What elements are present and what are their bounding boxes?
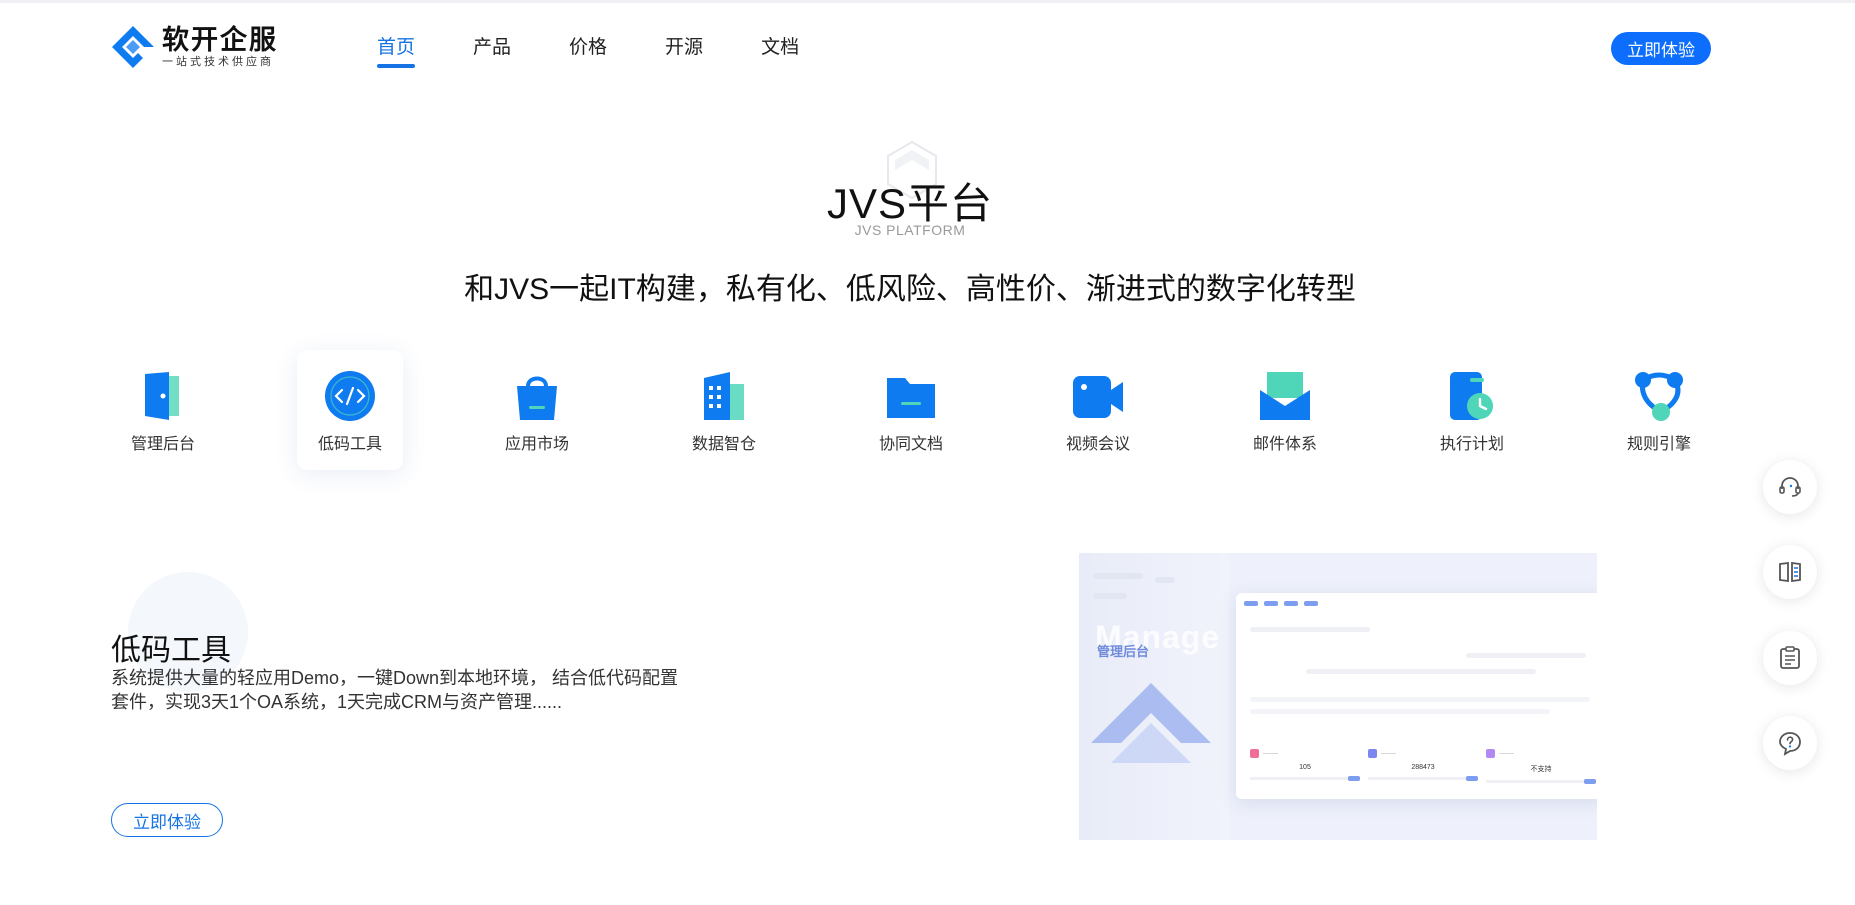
section-try-now-button[interactable]: 立即体验 (111, 803, 223, 837)
guide-book-button[interactable] (1763, 545, 1817, 599)
building-icon (704, 372, 744, 420)
feature-row: 管理后台 低码工具 应用市场 数据智仓 协同文档 视频会议 邮件体系 执行计划 … (100, 350, 1720, 470)
hero-slogan: 和JVS一起IT构建，私有化、低风险、高性价、渐进式的数字化转型 (464, 273, 1356, 306)
feature-label: 规则引擎 (1626, 436, 1691, 453)
logo-title: 软开企服 (162, 25, 278, 55)
requirements-button[interactable] (1763, 631, 1817, 685)
preview-card: ——— 105 ——— 288473 ——— 不支持 (1236, 593, 1597, 799)
mail-icon (1260, 372, 1310, 420)
page-subtitle: JVS PLATFORM (854, 222, 966, 238)
logo[interactable]: 软开企服 一站式技术供应商 (110, 24, 278, 70)
preview-label: 管理后台 (1097, 644, 1150, 659)
preview-line (1093, 593, 1127, 599)
feature-rule-engine[interactable]: 规则引擎 (1606, 350, 1712, 470)
feature-video-meeting[interactable]: 视频会议 (1045, 350, 1151, 470)
feature-label: 邮件体系 (1252, 436, 1317, 453)
feature-mail-system[interactable]: 邮件体系 (1232, 350, 1338, 470)
feature-label: 协同文档 (878, 436, 943, 453)
feature-data-warehouse[interactable]: 数据智仓 (671, 350, 777, 470)
nav-home[interactable]: 首页 (377, 32, 416, 68)
video-camera-icon (1073, 376, 1123, 418)
headset-icon (1779, 477, 1801, 497)
feature-label: 管理后台 (130, 436, 195, 453)
preview-line (1155, 577, 1175, 583)
section-description: 系统提供大量的轻应用Demo，一键Down到本地环境， 结合低代码配置套件，实现… (111, 668, 679, 712)
clock-plan-icon (1450, 372, 1493, 420)
nav-pricing[interactable]: 价格 (569, 32, 607, 68)
rule-network-icon (1635, 372, 1683, 421)
feature-admin-console[interactable]: 管理后台 (110, 350, 216, 470)
try-now-button[interactable]: 立即体验 (1611, 32, 1711, 65)
shopping-bag-icon (517, 376, 557, 420)
nav-docs[interactable]: 文档 (761, 32, 799, 68)
section-title: 低码工具 (111, 634, 231, 667)
feature-low-code[interactable]: 低码工具 (297, 350, 403, 470)
clipboard-icon (1780, 646, 1800, 669)
preview-tabbar (1244, 601, 1324, 606)
book-icon (1779, 561, 1801, 583)
logo-icon (112, 26, 154, 68)
mountain-illustration-icon (1091, 683, 1211, 763)
preview-stat: ——— 288473 (1368, 745, 1478, 781)
nav-open-source[interactable]: 开源 (665, 32, 703, 68)
feature-collab-docs[interactable]: 协同文档 (858, 350, 964, 470)
folder-icon (887, 378, 935, 418)
feature-app-market[interactable]: 应用市场 (484, 350, 590, 470)
preview-stat: ——— 105 (1250, 745, 1360, 781)
preview-line (1093, 573, 1143, 579)
main-nav: 首页 产品 价格 开源 文档 (377, 32, 857, 68)
preview-stat: ——— 不支持 (1486, 745, 1596, 784)
logo-subtitle: 一站式技术供应商 (162, 56, 274, 68)
customer-service-button[interactable] (1763, 460, 1817, 514)
feature-label: 低码工具 (317, 436, 382, 453)
door-icon (145, 372, 179, 420)
feature-execution-plan[interactable]: 执行计划 (1419, 350, 1525, 470)
code-icon (325, 371, 375, 421)
top-border (0, 0, 1855, 3)
nav-products[interactable]: 产品 (473, 32, 511, 68)
help-button[interactable] (1763, 716, 1817, 770)
feature-label: 数据智仓 (691, 436, 756, 453)
feature-label: 视频会议 (1065, 436, 1130, 453)
feature-label: 执行计划 (1439, 436, 1504, 453)
feature-label: 应用市场 (504, 436, 569, 453)
product-preview-image: Manage 管理后台 ——— 105 ——— 288473 ——— 不支持 (1079, 553, 1597, 840)
help-icon (1779, 732, 1801, 756)
